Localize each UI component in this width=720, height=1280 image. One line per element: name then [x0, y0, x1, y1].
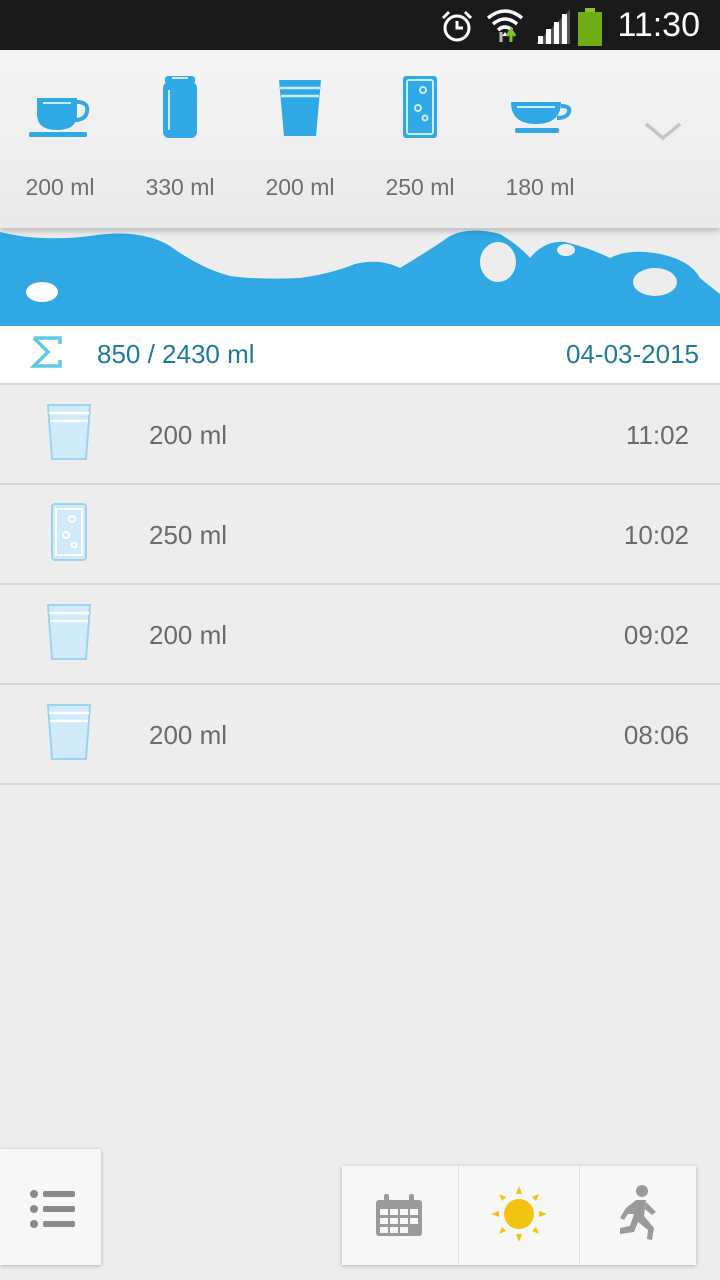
menu-button[interactable] [0, 1149, 101, 1265]
entry-time: 09:02 [623, 620, 689, 650]
drink-selector: 200 ml 330 ml 200 ml 250 ml 180 ml [0, 50, 720, 228]
chevron-down-icon[interactable] [640, 118, 686, 144]
entry-time: 11:02 [625, 420, 689, 450]
drink-option-label: 180 ml [505, 174, 575, 200]
water-level-wave [0, 230, 720, 326]
wifi-icon [486, 9, 524, 42]
drink-option-tea[interactable]: 180 ml [480, 72, 600, 212]
entry-amount: 250 ml [149, 520, 228, 550]
drink-option-label: 330 ml [145, 174, 215, 200]
current-date[interactable]: 04-03-2015 [566, 339, 699, 370]
status-bar: 11:30 [0, 0, 720, 50]
signal-icon [536, 10, 570, 44]
entry-amount: 200 ml [149, 620, 228, 650]
drink-option-label: 250 ml [385, 174, 455, 200]
alarm-icon [441, 10, 473, 42]
drink-option-cup[interactable]: 200 ml [240, 72, 360, 212]
daily-summary: 850 / 2430 ml 04-03-2015 [0, 326, 720, 385]
intake-list: 200 ml 11:02 250 ml 10:02 200 ml 09:02 2… [0, 385, 720, 785]
tea-cup-icon [511, 102, 572, 133]
entry-amount: 200 ml [149, 720, 228, 750]
calendar-button[interactable] [342, 1166, 459, 1265]
sun-icon [491, 1186, 547, 1242]
sparkling-glass-icon [51, 503, 87, 561]
clock: 11:30 [617, 6, 700, 44]
entry-time: 08:06 [623, 720, 689, 750]
list-item[interactable]: 250 ml 10:02 [0, 485, 720, 585]
list-item[interactable]: 200 ml 11:02 [0, 385, 720, 485]
bottom-toolbar [342, 1166, 696, 1265]
list-item[interactable]: 200 ml 08:06 [0, 685, 720, 785]
can-icon [163, 76, 197, 138]
calendar-icon [376, 1194, 422, 1236]
cup-icon [46, 404, 92, 460]
coffee-cup-icon [29, 98, 90, 137]
running-person-icon [620, 1185, 656, 1240]
activity-button[interactable] [580, 1166, 697, 1265]
daily-total: 850 / 2430 ml [97, 339, 255, 369]
entry-time: 10:02 [623, 520, 689, 550]
cup-icon [279, 80, 321, 136]
list-item[interactable]: 200 ml 09:02 [0, 585, 720, 685]
cup-icon [46, 604, 92, 660]
drink-option-glass[interactable]: 250 ml [360, 72, 480, 212]
weather-button[interactable] [459, 1166, 576, 1265]
list-menu-icon [30, 1190, 75, 1228]
drink-option-coffee[interactable]: 200 ml [0, 72, 120, 212]
sigma-icon [30, 336, 62, 368]
entry-amount: 200 ml [149, 420, 228, 450]
drink-option-can[interactable]: 330 ml [120, 72, 240, 212]
sparkling-glass-icon [403, 76, 437, 138]
drink-option-label: 200 ml [265, 174, 335, 200]
battery-icon [578, 8, 602, 46]
drink-option-label: 200 ml [25, 174, 95, 200]
cup-icon [46, 704, 92, 760]
